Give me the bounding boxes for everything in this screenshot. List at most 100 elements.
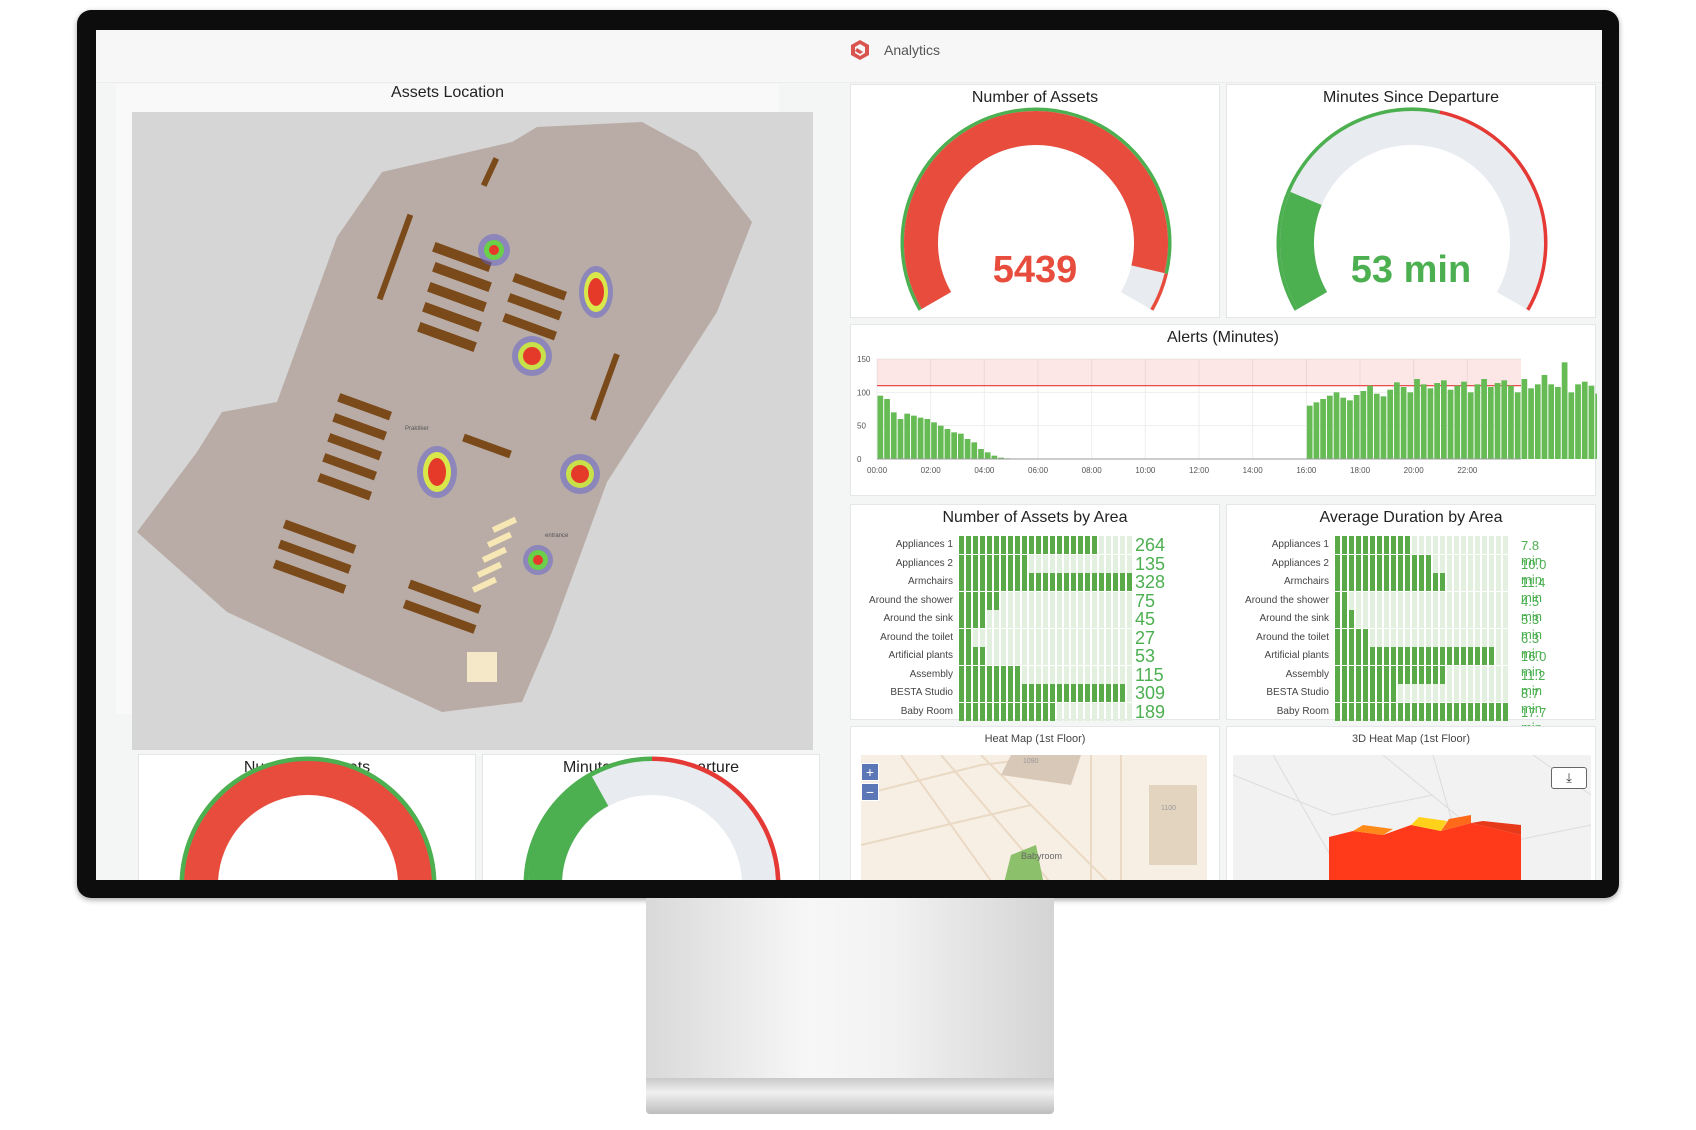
map-label-1100: 1100 — [1161, 805, 1176, 812]
area-label: Baby Room — [900, 705, 953, 717]
alert-bar — [1394, 382, 1400, 459]
map-label-babyroom: Babyroom — [1021, 851, 1062, 861]
alert-bar — [1474, 384, 1481, 459]
alert-bar — [1568, 392, 1575, 459]
x-tick-label: 10:00 — [1135, 466, 1156, 475]
area-bar — [1335, 573, 1508, 591]
alert-bar — [1521, 379, 1528, 459]
alert-bar — [1575, 384, 1581, 459]
heat-map[interactable]: 1090 1100 Babyroom — [861, 755, 1207, 880]
minutes-since-departure-panel: Minutes Since Departure 53 min — [1226, 84, 1596, 318]
area-bar — [959, 554, 1132, 573]
alert-bar — [1353, 395, 1360, 459]
area-bar — [959, 702, 1132, 721]
area-bar — [959, 684, 1132, 702]
alert-bar — [877, 395, 884, 459]
alert-bar — [1467, 392, 1474, 459]
x-tick-label: 14:00 — [1243, 466, 1264, 475]
x-tick-label: 00:00 — [867, 466, 888, 475]
alerts-chart[interactable]: 00:00 02:00 04:00 06:00 08:00 10:00 12:00 14:00… — [851, 325, 1597, 497]
alert-bar — [1441, 380, 1447, 459]
heat-map-3d-panel: 3D Heat Map (1st Floor) ⤓ — [1226, 726, 1596, 880]
area-label: BESTA Studio — [890, 687, 953, 698]
alert-bar — [944, 429, 951, 459]
area-bar — [959, 610, 1132, 628]
area-label: Baby Room — [1276, 705, 1329, 717]
area-bar — [1335, 702, 1508, 721]
alert-bar — [924, 419, 931, 459]
alert-bar — [971, 442, 978, 459]
alert-bar — [1487, 387, 1494, 459]
bottom-minutes-gauge — [523, 756, 781, 880]
x-tick-label: 22:00 — [1457, 466, 1478, 475]
alert-bar — [1380, 396, 1387, 459]
minutes-gauge-value: 53 min — [1350, 249, 1472, 291]
alert-bar — [978, 449, 984, 459]
zoom-out-button[interactable]: − — [861, 783, 879, 801]
y-tick-label: 50 — [857, 422, 866, 431]
area-label: Appliances 2 — [1271, 557, 1329, 569]
bottom-assets-gauge — [179, 756, 437, 880]
alert-bar — [931, 422, 937, 459]
app-title: Analytics — [884, 42, 941, 58]
alert-bar — [984, 452, 991, 459]
alert-bar — [1367, 385, 1373, 459]
assets-gauge-value: 5439 — [992, 249, 1078, 291]
monitor-stand — [646, 898, 1054, 1078]
alert-bar — [1501, 380, 1508, 459]
alert-bar — [1306, 405, 1313, 459]
alert-bar — [1454, 385, 1461, 459]
alert-bar — [1561, 362, 1568, 459]
area-label: Around the shower — [1245, 594, 1329, 606]
x-tick-label: 08:00 — [1082, 466, 1103, 475]
panel-title: Heat Map (1st Floor) — [984, 733, 1086, 745]
area-bar — [959, 591, 1132, 610]
alerts-panel: Alerts (Minutes) 00:00 02:00 04:00 06:00 08:… — [850, 324, 1597, 497]
y-tick-label: 150 — [857, 355, 871, 364]
alert-bar — [897, 419, 904, 459]
area-label: Appliances 1 — [1271, 539, 1329, 550]
area-bar — [1335, 591, 1508, 610]
alert-bar — [1588, 385, 1595, 459]
area-bar — [1335, 628, 1508, 647]
threshold-band — [877, 359, 1521, 386]
alert-bar — [1481, 379, 1487, 459]
x-tick-label: 16:00 — [1296, 466, 1317, 475]
alert-bar — [1360, 391, 1367, 459]
heat-map-3d[interactable] — [1233, 755, 1591, 880]
heat-map-panel: Heat Map (1st Floor) 1090 1100 Babyroom … — [850, 726, 1220, 880]
map-label-1090: 1090 — [1023, 758, 1039, 765]
zoom-in-button[interactable]: + — [861, 763, 879, 781]
alert-bar — [1461, 381, 1467, 459]
area-label: Assembly — [1285, 668, 1329, 680]
alert-bar — [1595, 393, 1597, 459]
area-bar — [1335, 554, 1508, 573]
floorplan-map[interactable]: Praktiker entrance — [132, 112, 813, 750]
area-bar — [1335, 610, 1508, 628]
alert-bar — [1326, 395, 1333, 459]
area-bar — [1335, 536, 1508, 554]
number-of-assets-panel: Number of Assets 5439 — [850, 84, 1220, 318]
alert-bar — [1541, 375, 1548, 459]
area-bar — [959, 628, 1132, 647]
area-bar — [1335, 647, 1508, 665]
alert-bar — [1508, 385, 1514, 459]
alert-bar — [1447, 389, 1454, 459]
alert-bar — [1555, 387, 1561, 459]
x-tick-label: 12:00 — [1189, 466, 1210, 475]
bottom-number-of-assets-panel: Number of Assets — [138, 754, 476, 880]
alert-bar — [964, 439, 971, 459]
brand[interactable]: Analytics — [848, 38, 940, 62]
panel-title: 3D Heat Map (1st Floor) — [1352, 733, 1470, 745]
alert-bar — [1494, 383, 1501, 459]
download-button[interactable]: ⤓ — [1551, 767, 1587, 789]
map-label-praktiker: Praktiker — [405, 426, 429, 432]
area-bar — [959, 573, 1132, 591]
download-icon: ⤓ — [1566, 770, 1572, 785]
area-label: BESTA Studio — [1266, 687, 1329, 698]
alert-bar — [1427, 388, 1434, 459]
alert-bar — [1347, 400, 1353, 459]
area-bar — [959, 665, 1132, 684]
area-label: Artificial plants — [888, 650, 953, 661]
x-tick-label: 06:00 — [1028, 466, 1049, 475]
